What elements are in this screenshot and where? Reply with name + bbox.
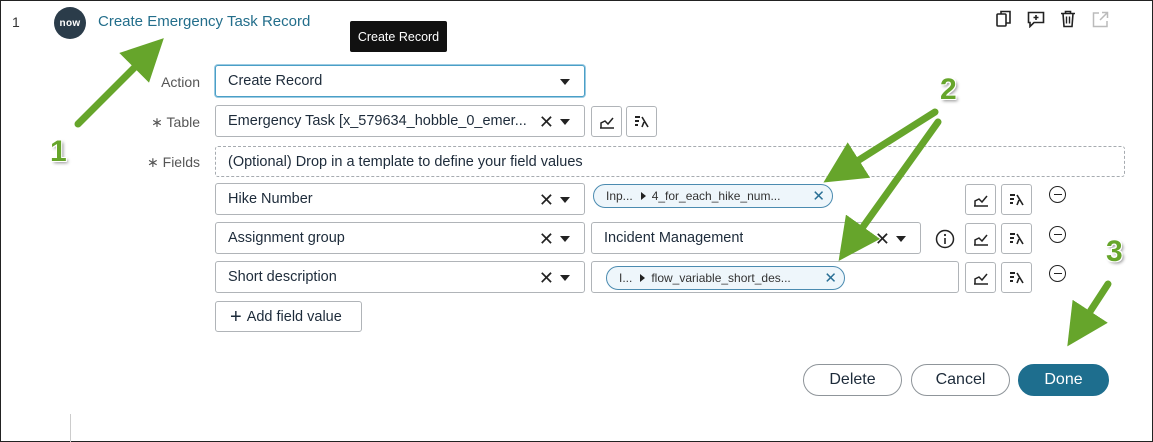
annotation-number-3: 3 (1106, 235, 1123, 268)
field-value-text: Incident Management (604, 230, 744, 246)
data-pill-picker-button[interactable] (965, 262, 996, 293)
field-name-value: Short description (228, 269, 337, 285)
data-pill[interactable]: I... flow_variable_short_des... ✕ (606, 266, 845, 290)
plus-icon: + (230, 305, 242, 328)
data-pill-value: 4_for_each_hike_num... (651, 189, 781, 203)
remove-pill-icon[interactable]: ✕ (812, 187, 825, 205)
remove-row-icon[interactable] (1049, 186, 1066, 203)
template-dropzone[interactable]: (Optional) Drop in a template to define … (215, 146, 1125, 177)
done-button[interactable]: Done (1018, 364, 1109, 396)
action-label: Action (161, 74, 200, 90)
annotation-number-1: 1 (50, 135, 67, 168)
remove-row-icon[interactable] (1049, 265, 1066, 282)
annotation-number-2: 2 (940, 73, 957, 106)
remove-row-icon[interactable] (1049, 226, 1066, 243)
chevron-down-icon[interactable] (560, 197, 570, 203)
fields-label: ∗ Fields (100, 154, 200, 171)
data-pill-value: flow_variable_short_des... (651, 271, 791, 285)
remove-pill-icon[interactable]: ✕ (824, 269, 837, 287)
data-pill-picker-button[interactable] (965, 184, 996, 215)
open-external-icon[interactable] (1090, 9, 1110, 29)
data-pill-icon (973, 273, 988, 285)
step-number: 1 (12, 14, 20, 30)
table-label-text: Table (166, 114, 200, 130)
table-select-value: Emergency Task [x_579634_hobble_0_emer..… (228, 113, 527, 129)
reference-lookup-button[interactable] (1001, 223, 1032, 254)
data-pill-source: I... (619, 271, 633, 285)
table-select[interactable]: Emergency Task [x_579634_hobble_0_emer..… (215, 105, 585, 137)
info-icon (935, 229, 954, 248)
lookup-icon (1009, 271, 1024, 283)
field-name-value: Hike Number (228, 191, 313, 207)
cancel-button[interactable]: Cancel (911, 364, 1010, 396)
action-select-value: Create Record (228, 73, 323, 89)
data-pill-source: Inp... (606, 189, 633, 203)
trash-icon[interactable] (1058, 9, 1078, 29)
lookup-icon (634, 115, 649, 127)
clear-icon[interactable]: ✕ (539, 229, 554, 249)
field-name-select[interactable]: Assignment group ✕ (215, 222, 585, 254)
add-field-value-label: Add field value (246, 308, 342, 325)
lookup-icon (1009, 193, 1024, 205)
chevron-down-icon[interactable] (896, 236, 906, 242)
add-field-value-button[interactable]: + Add field value (215, 301, 362, 332)
reference-lookup-button[interactable] (1001, 184, 1032, 215)
field-name-select[interactable]: Short description ✕ (215, 261, 585, 293)
data-pill-icon (973, 234, 988, 246)
data-pill-icon (599, 117, 614, 129)
arrow-right-icon (640, 192, 646, 200)
reference-lookup-button[interactable] (626, 106, 657, 137)
clear-icon[interactable]: ✕ (875, 229, 890, 249)
info-button[interactable] (929, 223, 960, 254)
data-pill-icon (973, 195, 988, 207)
action-select[interactable]: Create Record (215, 65, 585, 97)
field-name-select[interactable]: Hike Number ✕ (215, 183, 585, 215)
chevron-down-icon[interactable] (560, 236, 570, 242)
delete-button[interactable]: Delete (803, 364, 902, 396)
clear-icon[interactable]: ✕ (539, 268, 554, 288)
data-pill[interactable]: Inp... 4_for_each_hike_num... ✕ (593, 184, 833, 208)
required-mark: ∗ (147, 154, 159, 170)
lookup-icon (1009, 232, 1024, 244)
chevron-down-icon[interactable] (560, 119, 570, 125)
reference-lookup-button[interactable] (1001, 262, 1032, 293)
add-comment-icon[interactable] (1026, 9, 1046, 29)
fields-label-text: Fields (162, 154, 200, 170)
timeline-line (70, 414, 71, 442)
clear-icon[interactable]: ✕ (539, 112, 554, 132)
field-value-select[interactable]: Incident Management ✕ (591, 222, 921, 254)
table-label: ∗ Table (100, 114, 200, 131)
data-pill-picker-button[interactable] (965, 223, 996, 254)
chevron-down-icon[interactable] (560, 275, 570, 281)
chevron-down-icon (560, 79, 570, 85)
field-name-value: Assignment group (228, 230, 345, 246)
step-title[interactable]: Create Emergency Task Record (98, 13, 310, 30)
clear-icon[interactable]: ✕ (539, 190, 554, 210)
servicenow-logo: now (54, 7, 86, 39)
required-mark: ∗ (151, 114, 163, 130)
arrow-right-icon (640, 274, 646, 282)
data-pill-picker-button[interactable] (591, 106, 622, 137)
tooltip: Create Record (350, 21, 447, 52)
copy-icon[interactable] (994, 9, 1014, 29)
